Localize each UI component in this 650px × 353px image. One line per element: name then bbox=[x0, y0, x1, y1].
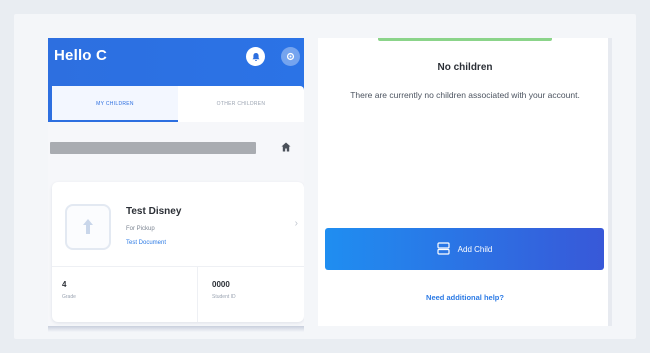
children-tabs: My Children Other Children bbox=[52, 86, 304, 122]
add-child-label: Add Child bbox=[457, 244, 493, 254]
empty-state-description: There are currently no children associat… bbox=[350, 90, 580, 100]
help-link[interactable]: Need additional help? bbox=[318, 293, 612, 302]
stat-grade-label: Grade bbox=[62, 294, 76, 300]
card-divider bbox=[52, 266, 304, 267]
child-icon bbox=[65, 204, 111, 250]
stat-id-label: Student ID bbox=[212, 294, 236, 300]
tab-other-children[interactable]: Other Children bbox=[178, 86, 304, 122]
tab-my-children[interactable]: My Children bbox=[52, 86, 178, 122]
stat-grade-value: 4 bbox=[62, 280, 67, 289]
home-icon[interactable] bbox=[278, 138, 294, 156]
child-document-link[interactable]: Test Document bbox=[126, 240, 166, 246]
screen-edge bbox=[608, 38, 612, 326]
search-row bbox=[48, 138, 304, 160]
child-status: For Pickup bbox=[126, 226, 155, 232]
bell-icon[interactable] bbox=[246, 47, 265, 66]
empty-children-screen: No children There are currently no child… bbox=[318, 38, 612, 326]
child-card[interactable]: Test Disney For Pickup Test Document › 4… bbox=[52, 182, 304, 322]
app-header: Hello C My Children Other Children bbox=[48, 38, 304, 122]
gear-icon[interactable] bbox=[281, 47, 300, 66]
progress-indicator bbox=[378, 38, 552, 41]
add-child-button[interactable]: Add Child bbox=[325, 228, 604, 270]
screen-shadow bbox=[48, 326, 304, 332]
stat-id-value: 0000 bbox=[212, 280, 230, 289]
empty-state-title: No children bbox=[437, 62, 493, 73]
greeting-title: Hello C bbox=[54, 47, 108, 64]
card-divider-vertical bbox=[197, 266, 198, 322]
add-child-icon bbox=[437, 241, 450, 257]
search-placeholder-bar[interactable] bbox=[50, 142, 256, 154]
chevron-right-icon[interactable]: › bbox=[295, 218, 298, 229]
child-name: Test Disney bbox=[126, 206, 182, 217]
children-screen: Hello C My Children Other Children Test … bbox=[48, 38, 304, 330]
